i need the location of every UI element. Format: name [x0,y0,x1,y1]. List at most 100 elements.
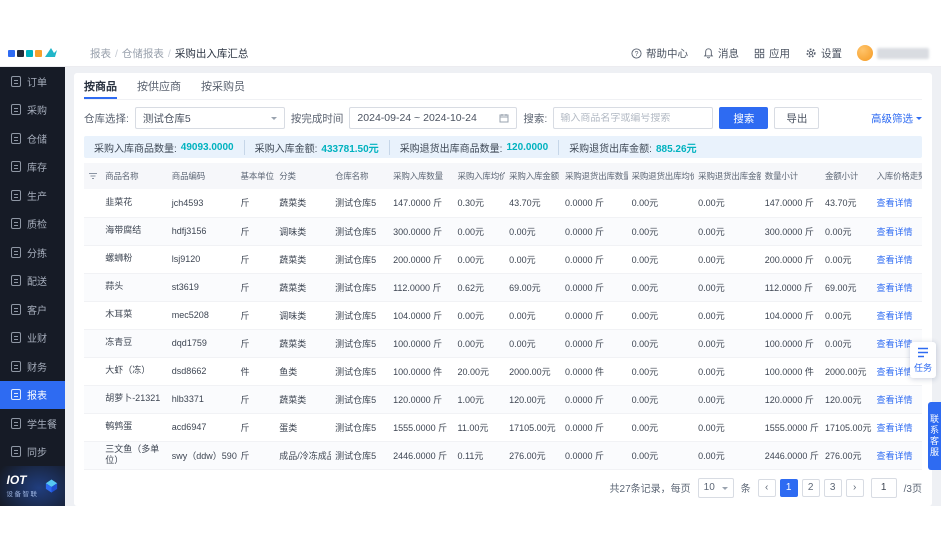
table-cell: 300.0000 斤 [761,217,821,245]
view-details-link[interactable]: 查看详情 [877,395,913,405]
row-leading-cell [84,357,101,385]
table-cell: 0.00元 [821,217,873,245]
sidebar-item-customers[interactable]: 客户 [0,295,65,324]
sidebar-item-sorting[interactable]: 分拣 [0,238,65,267]
logo-square-blue [8,50,15,57]
messages-button[interactable]: 消息 [703,46,739,61]
sidebar-item-inventory[interactable]: 库存 [0,153,65,182]
column-settings-icon[interactable] [88,171,98,181]
table-cell: 0.00元 [628,301,695,329]
page-button-3[interactable]: 3 [824,479,842,497]
table-row: 冻青豆dqd1759斤蔬菜类测试仓库5100.0000 斤0.00元0.00元0… [84,329,922,357]
view-details-link[interactable]: 查看详情 [877,198,913,208]
column-header: 采购入库均价 [454,163,506,189]
sidebar: 订单采购仓储库存生产质检分拣配送客户业财财务报表学生餐同步 IOT 设备智联 [0,67,65,506]
page-button-2[interactable]: 2 [802,479,820,497]
apps-button[interactable]: 应用 [754,46,790,61]
tasks-floating-button[interactable]: 任务 [910,342,936,378]
table-row: 螺蛳粉lsj9120斤蔬菜类测试仓库5200.0000 斤0.00元0.00元0… [84,245,922,273]
table-cell: 测试仓库5 [331,357,389,385]
table-cell: 1.00元 [454,385,506,413]
table-cell: 0.0000 斤 [561,273,628,301]
table-cell: 0.00元 [694,357,761,385]
logo-square-orange [35,50,42,57]
pagination-bar: 共27条记录，每页 10 条 ‹123› /3页 [84,470,922,507]
help-center-button[interactable]: ? 帮助中心 [631,46,688,61]
table-cell: 0.00元 [505,245,561,273]
sidebar-item-warehouse[interactable]: 仓储 [0,124,65,153]
table-cell: 0.0000 斤 [561,441,628,469]
delivery-icon [11,275,21,286]
breadcrumb-item[interactable]: 仓储报表 [122,46,171,61]
page-jump-input[interactable] [871,478,897,498]
table-cell: 0.00元 [694,329,761,357]
search-input[interactable] [560,113,706,124]
settings-button[interactable]: 设置 [805,46,842,61]
sorting-icon [11,247,21,258]
sidebar-item-reports[interactable]: 报表 [0,381,65,410]
table-cell: 斤 [237,189,276,217]
sidebar-item-qc[interactable]: 质检 [0,210,65,239]
column-settings-cell [84,163,101,189]
table-cell: 0.0000 斤 [561,189,628,217]
table-cell: 0.00元 [454,245,506,273]
export-button[interactable]: 导出 [774,107,819,129]
table-cell: 0.00元 [505,217,561,245]
sidebar-item-label: 报表 [27,387,47,402]
view-details-link[interactable]: 查看详情 [877,339,913,349]
view-details-link[interactable]: 查看详情 [877,423,913,433]
view-details-link[interactable]: 查看详情 [877,227,913,237]
page-size-select[interactable]: 10 [698,478,734,498]
column-header: 入库价格走势 [873,163,923,189]
tab-1[interactable]: 按供应商 [137,73,181,99]
table-cell: 蔬菜类 [275,329,331,357]
table-cell: 100.0000 件 [761,357,821,385]
table-cell: 120.0000 斤 [761,385,821,413]
summary-value: 885.26元 [656,140,697,155]
sidebar-item-label: 同步 [27,444,47,459]
sidebar-item-student-meal[interactable]: 学生餐 [0,409,65,438]
view-details-link[interactable]: 查看详情 [877,367,913,377]
table-cell: 100.0000 斤 [761,329,821,357]
table-cell: 木耳菜 [101,301,168,329]
trend-cell: 查看详情 [873,217,923,245]
sidebar-item-delivery[interactable]: 配送 [0,267,65,296]
view-details-link[interactable]: 查看详情 [877,311,913,321]
warehouse-select[interactable]: 测试仓库5 [135,107,285,129]
user-menu[interactable] [857,45,929,61]
user-name-redacted [877,48,929,59]
breadcrumb-item[interactable]: 报表 [90,46,118,61]
date-range-picker[interactable]: 2024-09-24 ~ 2024-10-24 [349,107,517,129]
customer-service-tab[interactable]: 联系客服 [928,402,941,470]
sidebar-item-orders[interactable]: 订单 [0,67,65,96]
trend-cell: 查看详情 [873,273,923,301]
table-cell: 1555.0000 斤 [389,413,453,441]
table-cell: 0.30元 [454,189,506,217]
sidebar-item-sync[interactable]: 同步 [0,438,65,467]
apps-grid-icon [754,48,765,59]
prev-page-button[interactable]: ‹ [758,479,776,497]
search-button[interactable]: 搜索 [719,107,768,129]
view-details-link[interactable]: 查看详情 [877,255,913,265]
page-button-1[interactable]: 1 [780,479,798,497]
view-details-link[interactable]: 查看详情 [877,451,913,461]
table-cell: 0.0000 件 [561,357,628,385]
sidebar-item-business-finance[interactable]: 业财 [0,324,65,353]
table-cell: 斤 [237,413,276,441]
table-cell: 斤 [237,329,276,357]
table-cell: 120.0000 斤 [389,385,453,413]
view-details-link[interactable]: 查看详情 [877,283,913,293]
sidebar-item-label: 采购 [27,102,47,117]
tab-0[interactable]: 按商品 [84,73,117,99]
sidebar-item-production[interactable]: 生产 [0,181,65,210]
next-page-button[interactable]: › [846,479,864,497]
advanced-filter-link[interactable]: 高级筛选 [871,111,922,126]
sidebar-item-purchase[interactable]: 采购 [0,96,65,125]
date-filter-label: 按完成时间 [291,111,344,126]
table-row: 胡萝卜-21321hlb3371斤蔬菜类测试仓库5120.0000 斤1.00元… [84,385,922,413]
table-cell: swy（ddw）5900 [168,441,237,469]
sidebar-item-finance[interactable]: 财务 [0,352,65,381]
main-content: 按商品按供应商按采购员 仓库选择: 测试仓库5 按完成时间 2024-09-24… [65,67,941,506]
calendar-icon [499,113,509,123]
tab-2[interactable]: 按采购员 [201,73,245,99]
